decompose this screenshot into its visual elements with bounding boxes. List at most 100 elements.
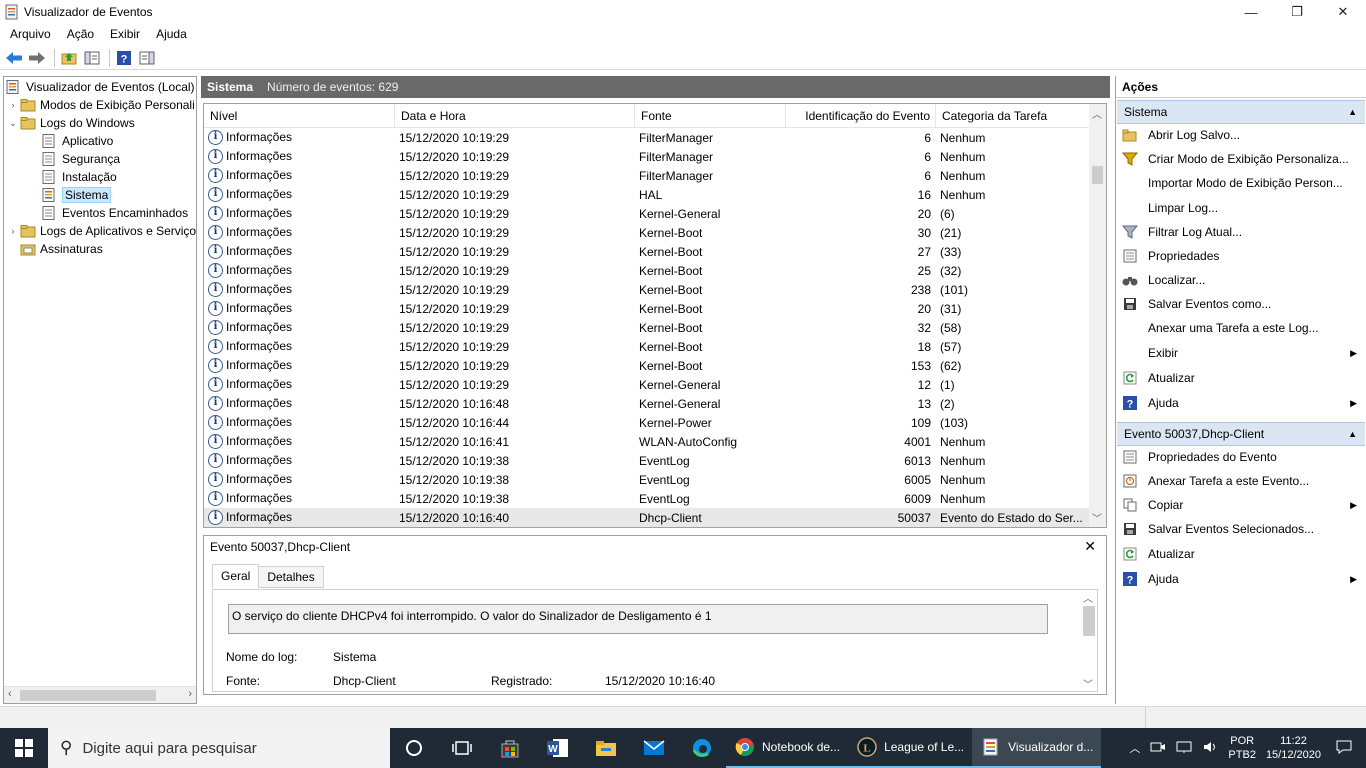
event-row[interactable]: i Informações 15/12/2020 10:19:29 Kernel-Bo… [204, 299, 1090, 318]
menu-ajuda[interactable]: Ajuda [148, 27, 195, 41]
event-row[interactable]: i Informações 15/12/2020 10:19:29 Kernel-Ge… [204, 204, 1090, 223]
action-item[interactable]: Importar Modo de Exibição Person... [1117, 172, 1365, 194]
event-row[interactable]: i Informações 15/12/2020 10:16:44 Kernel-Po… [204, 413, 1090, 432]
actions-section-event[interactable]: Evento 50037,Dhcp-Client ▲ [1117, 422, 1365, 446]
action-item[interactable]: Abrir Log Salvo... [1117, 124, 1365, 146]
taskbar-app-league[interactable]: L League of Le... [848, 728, 973, 768]
column-task-category[interactable]: Categoria da Tarefa [936, 104, 1090, 128]
action-item[interactable]: ? Ajuda ▶ [1117, 568, 1365, 590]
event-row[interactable]: i Informações 15/12/2020 10:19:29 Kernel-Bo… [204, 223, 1090, 242]
tree-item-custom-views[interactable]: › Modos de Exibição Personali [6, 96, 195, 114]
console-tree[interactable]: Visualizador de Eventos (Local) › Modos … [3, 76, 197, 704]
action-item[interactable]: Copiar ▶ [1117, 494, 1365, 516]
help-icon[interactable]: ? [114, 48, 134, 68]
tree-item-system[interactable]: Sistema [42, 186, 112, 204]
scroll-up-icon[interactable]: ︿ [1083, 590, 1093, 605]
log-name-value[interactable]: Sistema [333, 650, 376, 664]
taskbar-app-chrome[interactable]: Notebook de... [726, 728, 849, 768]
event-row[interactable]: i Informações 15/12/2020 10:19:29 FilterMan… [204, 166, 1090, 185]
event-row[interactable]: i Informações 15/12/2020 10:16:40 Dhcp-Clie… [204, 508, 1090, 527]
action-item[interactable]: Propriedades [1117, 245, 1365, 267]
event-description[interactable]: O serviço do cliente DHCPv4 foi interrom… [228, 604, 1048, 634]
action-item[interactable]: Atualizar [1117, 543, 1365, 565]
event-row[interactable]: i Informações 15/12/2020 10:19:29 Kernel-Bo… [204, 280, 1090, 299]
taskbar-search-box[interactable]: ⚲ Digite aqui para pesquisar [48, 728, 390, 768]
scroll-thumb[interactable] [1092, 166, 1103, 184]
chevron-down-icon[interactable]: ⌄ [6, 118, 20, 129]
scroll-down-icon[interactable]: ﹀ [1083, 676, 1093, 691]
event-row[interactable]: i Informações 15/12/2020 10:19:38 EventLog 6… [204, 451, 1090, 470]
volume-icon[interactable] [1197, 740, 1223, 757]
chevron-right-icon[interactable]: › [6, 226, 20, 236]
word-icon[interactable]: W [534, 728, 582, 768]
show-hide-tree-icon[interactable] [82, 48, 102, 68]
tree-horizontal-scrollbar[interactable]: ‹ › [4, 686, 196, 703]
event-list[interactable]: Nível Data e Hora Fonte Identificação do… [203, 103, 1107, 528]
clock[interactable]: 11:22 15/12/2020 [1261, 734, 1326, 762]
event-row[interactable]: i Informações 15/12/2020 10:19:29 Kernel-Ge… [204, 375, 1090, 394]
scroll-left-icon[interactable]: ‹ [8, 688, 12, 700]
meet-now-icon[interactable] [1145, 740, 1171, 757]
scroll-right-icon[interactable]: › [188, 688, 192, 700]
tree-item-forwarded-events[interactable]: Eventos Encaminhados [42, 204, 188, 222]
scroll-down-icon[interactable]: ﹀ [1092, 510, 1102, 525]
task-view-icon[interactable] [438, 728, 486, 768]
edge-icon[interactable] [678, 728, 726, 768]
collapse-icon[interactable]: ▲ [1348, 429, 1357, 439]
menu-acao[interactable]: Ação [59, 27, 102, 41]
event-row[interactable]: i Informações 15/12/2020 10:19:29 Kernel-Bo… [204, 261, 1090, 280]
tree-item-apps-services-logs[interactable]: › Logs de Aplicativos e Serviço [6, 222, 197, 240]
action-item[interactable]: Localizar... [1117, 269, 1365, 291]
scroll-up-icon[interactable]: ︿ [1092, 106, 1102, 121]
tree-item-subscriptions[interactable]: Assinaturas [20, 240, 103, 258]
network-icon[interactable] [1171, 740, 1197, 757]
action-item[interactable]: ? Ajuda ▶ [1117, 392, 1365, 414]
store-icon[interactable] [486, 728, 534, 768]
menu-arquivo[interactable]: Arquivo [2, 27, 59, 41]
logged-value[interactable]: 15/12/2020 10:16:40 [605, 674, 715, 688]
action-item[interactable]: Exibir ▶ [1117, 342, 1365, 364]
column-event-id[interactable]: Identificação do Evento [786, 104, 936, 128]
up-folder-icon[interactable] [59, 48, 79, 68]
action-item[interactable]: Limpar Log... [1117, 197, 1365, 219]
start-button[interactable] [0, 728, 48, 768]
action-item[interactable]: Filtrar Log Atual... [1117, 221, 1365, 243]
tab-details[interactable]: Detalhes [258, 566, 324, 588]
collapse-icon[interactable]: ▲ [1348, 107, 1357, 117]
event-row[interactable]: i Informações 15/12/2020 10:19:29 Kernel-Bo… [204, 318, 1090, 337]
action-item[interactable]: Propriedades do Evento [1117, 446, 1365, 468]
close-icon[interactable]: ✕ [1084, 538, 1096, 555]
event-row[interactable]: i Informações 15/12/2020 10:19:38 EventLog 6… [204, 489, 1090, 508]
tree-item-security[interactable]: Segurança [42, 150, 120, 168]
action-item[interactable]: Anexar Tarefa a este Evento... [1117, 470, 1365, 492]
tree-item-root[interactable]: Visualizador de Eventos (Local) [6, 78, 195, 96]
file-explorer-icon[interactable] [582, 728, 630, 768]
event-list-vertical-scrollbar[interactable]: ︿ ﹀ [1089, 104, 1106, 527]
source-value[interactable]: Dhcp-Client [333, 674, 396, 688]
column-level[interactable]: Nível [204, 104, 395, 128]
tree-item-application[interactable]: Aplicativo [42, 132, 113, 150]
event-row[interactable]: i Informações 15/12/2020 10:19:29 Kernel-Bo… [204, 337, 1090, 356]
event-row[interactable]: i Informações 15/12/2020 10:19:29 HAL 16 Nenh… [204, 185, 1090, 204]
input-language[interactable]: POR PTB2 [1223, 734, 1261, 762]
maximize-button[interactable]: ❐ [1274, 0, 1320, 24]
notifications-icon[interactable] [1326, 740, 1366, 757]
show-hide-action-pane-icon[interactable] [137, 48, 157, 68]
event-row[interactable]: i Informações 15/12/2020 10:16:48 Kernel-Ge… [204, 394, 1090, 413]
chevron-up-icon[interactable]: ︿ [1124, 740, 1145, 756]
action-item[interactable]: Salvar Eventos Selecionados... [1117, 518, 1365, 540]
event-row[interactable]: i Informações 15/12/2020 10:19:29 Kernel-Bo… [204, 242, 1090, 261]
tab-general[interactable]: Geral [212, 564, 260, 588]
cortana-icon[interactable] [390, 728, 438, 768]
column-source[interactable]: Fonte [635, 104, 786, 128]
event-row[interactable]: i Informações 15/12/2020 10:19:38 EventLog 6… [204, 470, 1090, 489]
action-item[interactable]: Salvar Eventos como... [1117, 293, 1365, 315]
actions-section-system[interactable]: Sistema ▲ [1117, 100, 1365, 124]
detail-vertical-scrollbar[interactable]: ︿ ﹀ [1080, 590, 1097, 691]
event-row[interactable]: i Informações 15/12/2020 10:16:41 WLAN-Auto… [204, 432, 1090, 451]
event-row[interactable]: i Informações 15/12/2020 10:19:29 FilterMan… [204, 128, 1090, 147]
scroll-thumb[interactable] [1083, 606, 1095, 636]
tree-item-windows-logs[interactable]: ⌄ Logs do Windows [6, 114, 135, 132]
tree-item-setup[interactable]: Instalação [42, 168, 117, 186]
action-item[interactable]: Atualizar [1117, 367, 1365, 389]
